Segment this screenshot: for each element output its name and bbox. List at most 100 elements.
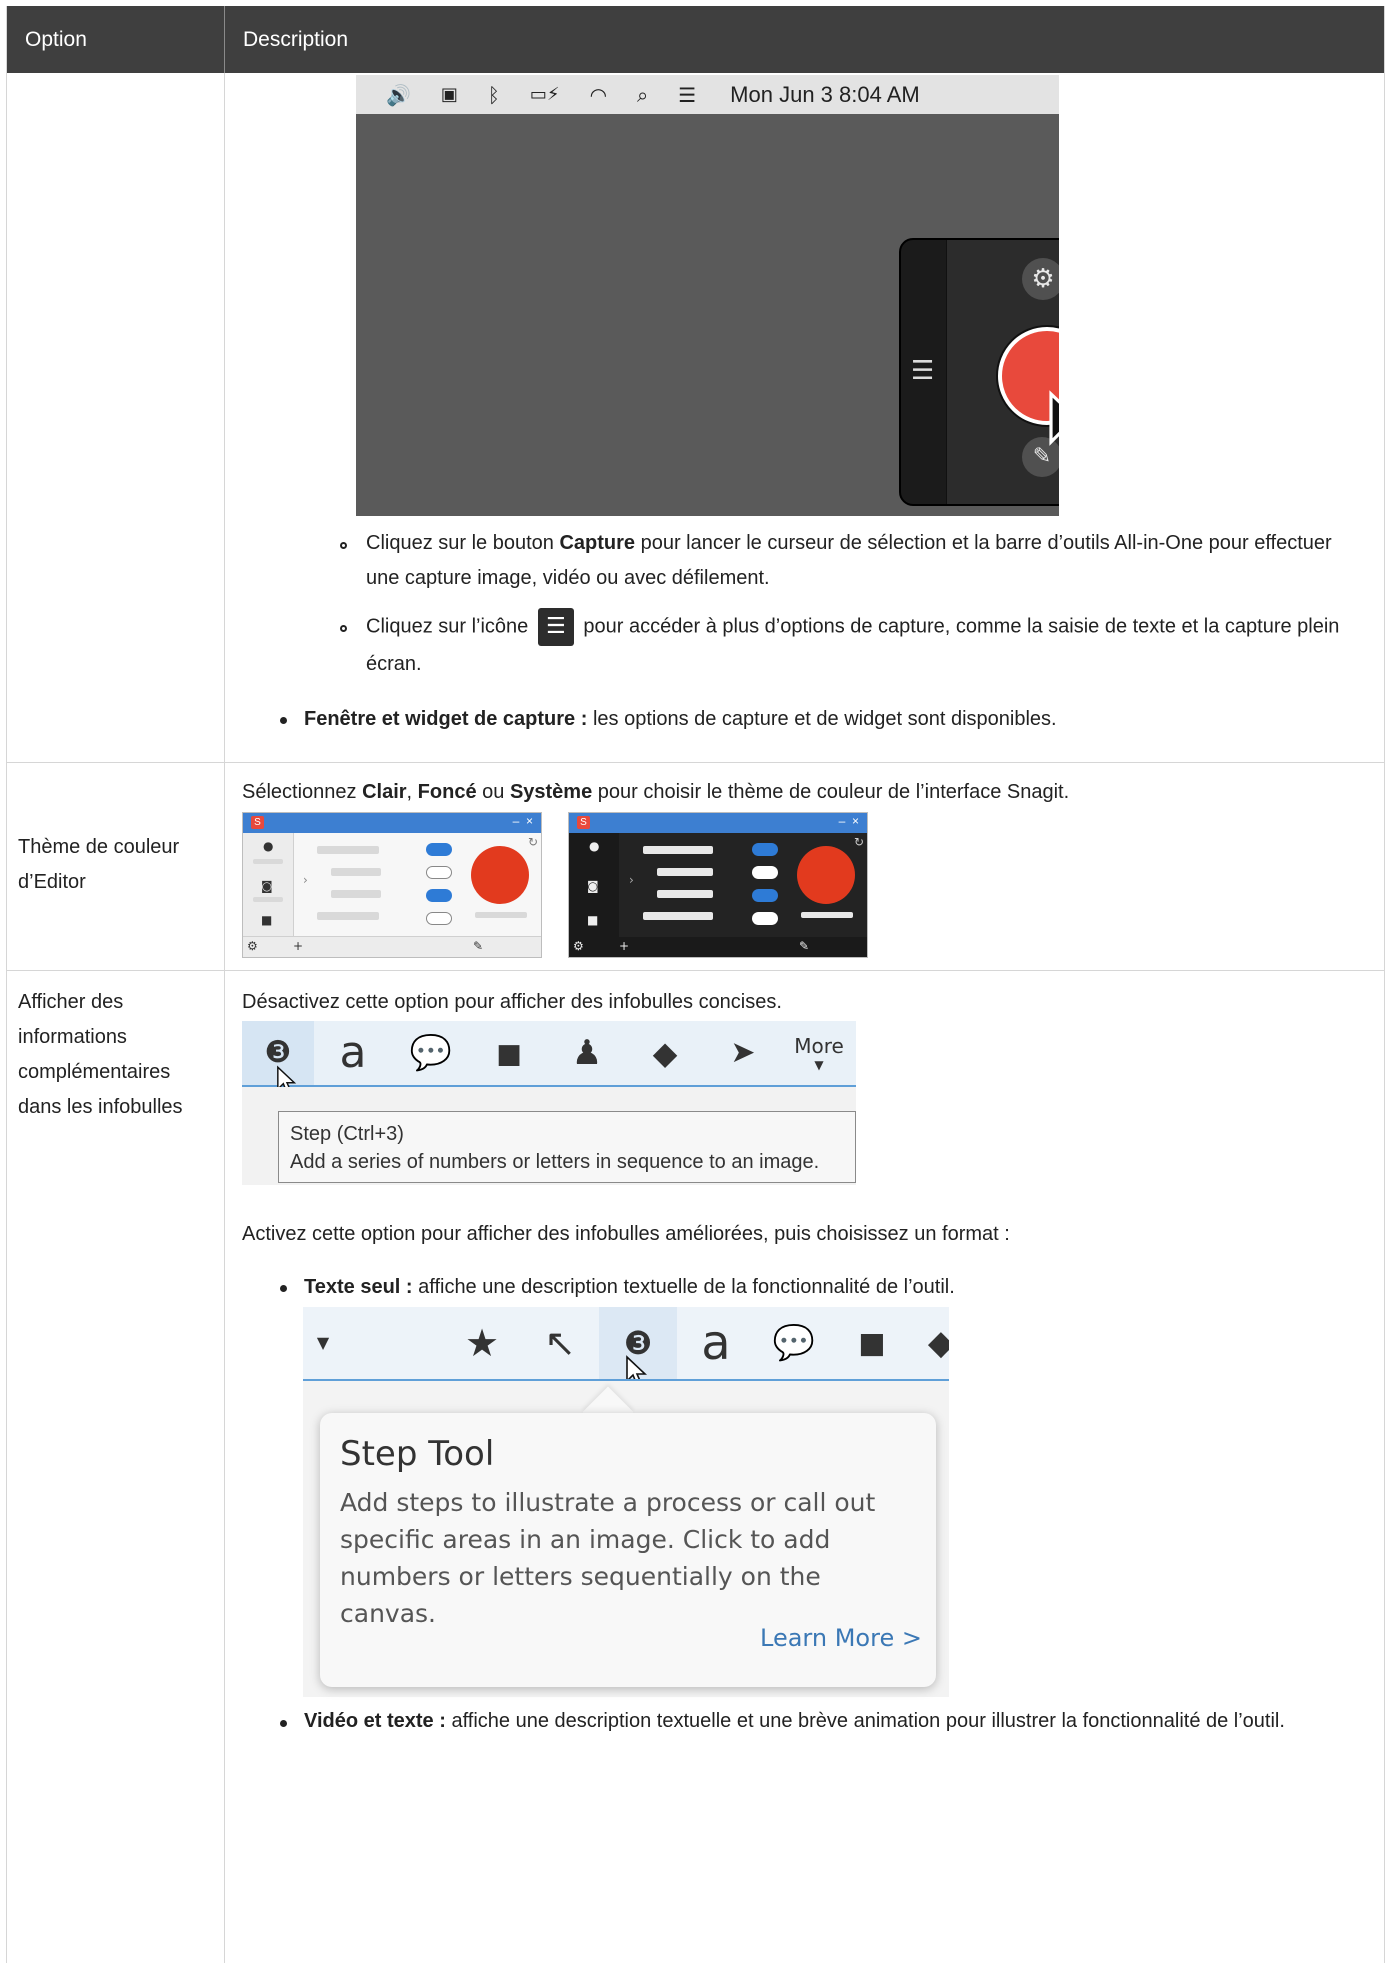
placeholder-bar [643, 846, 713, 854]
text: les options de capture et de widget sont… [587, 708, 1057, 730]
snagit-logo: S [577, 816, 590, 829]
window-controls: – × [838, 814, 859, 828]
text-icon[interactable]: a [314, 1021, 392, 1085]
placeholder-bar [317, 912, 379, 920]
tooltip-description: Add a series of numbers or letters in se… [290, 1151, 820, 1173]
text: ou [476, 781, 510, 803]
window-controls: – × [512, 814, 533, 828]
mac-menu-bar: 🔊 ▣ ᛒ ▭⚡ ◠ ⌕ ☰ Mon Jun 3 8:04 AM [356, 75, 1059, 114]
bullet [280, 1285, 287, 1292]
speaker-icon: 🔊 [386, 82, 411, 107]
video-icon: ■ [261, 913, 273, 927]
star-icon[interactable]: ★ [443, 1307, 521, 1379]
toolbar-enhanced: ▼ ★ ↖ ❸ a 💬 ◼ ◆ [303, 1307, 949, 1381]
camera-icon: ◙ [587, 879, 599, 893]
text: , [406, 781, 418, 803]
header-description: Description [243, 28, 349, 51]
callout-icon[interactable]: 💬 [392, 1021, 470, 1085]
caption-icon: ▣ [440, 84, 458, 105]
widget-panel: ⚙ ✎ [946, 240, 1059, 504]
toggle-on [752, 889, 778, 902]
light-theme-preview: S – × ● ◙ ■ › ↻ ⚙ + ✎ [242, 812, 542, 958]
bottom-bar: ⚙ + ✎ [569, 937, 867, 957]
theme-light-label: Clair [362, 781, 407, 803]
shape-icon[interactable]: ◼ [470, 1021, 548, 1085]
more-label: More [794, 1034, 844, 1058]
add-icon: + [293, 939, 304, 953]
gear-icon: ⚙ [247, 939, 258, 953]
dropdown-arrow-icon[interactable]: ▼ [303, 1307, 343, 1379]
toggle-off [426, 912, 452, 925]
placeholder-bar [643, 912, 713, 920]
camera-icon: ◙ [261, 879, 273, 893]
placeholder-bar [801, 912, 853, 918]
capture-button-preview [797, 846, 855, 904]
placeholder-bar [331, 868, 381, 876]
tooltip-title: Step Tool [340, 1434, 495, 1474]
option-enhanced-tooltips: Afficher des informations complémentaire… [18, 991, 183, 1118]
toggle-off [426, 866, 452, 879]
video-text-description: Vidéo et texte : affiche une description… [304, 1704, 1364, 1739]
dark-theme-preview: S – × ● ◙ ■ › ↻ ⚙ + ✎ [568, 812, 868, 958]
placeholder-bar [657, 890, 713, 898]
callout-icon[interactable]: 💬 [755, 1307, 833, 1379]
battery-icon: ▭⚡ [529, 84, 560, 105]
chevron-right-icon: › [629, 873, 634, 887]
toggle-on [426, 843, 452, 856]
search-icon: ⌕ [637, 82, 649, 107]
capture-button-preview [471, 846, 529, 904]
video-icon: ■ [587, 913, 599, 927]
fill-icon[interactable]: ◆ [626, 1021, 704, 1085]
stamp-icon[interactable]: ♟ [548, 1021, 626, 1085]
header-divider [224, 6, 225, 73]
snagit-logo: S [251, 816, 264, 829]
text: Sélectionnez [242, 781, 363, 803]
toggle-off [752, 866, 778, 879]
window-widget-keyword: Fenêtre et widget de capture : [304, 708, 588, 730]
text: Cliquez sur l’icône [366, 615, 529, 638]
move-icon[interactable]: ➤ [704, 1021, 782, 1085]
placeholder-bar [253, 859, 283, 864]
list-icon[interactable]: ☰ [911, 356, 934, 386]
capture-widget: ☰ ⚙ ✎ [899, 238, 1059, 506]
placeholder-bar [475, 912, 527, 918]
bullet [280, 1720, 287, 1727]
text: affiche une description textuelle de la … [412, 1276, 955, 1298]
window-widget-description: Fenêtre et widget de capture : les optio… [304, 702, 1354, 737]
sub-bullet [340, 542, 347, 549]
capture-button-description: Cliquez sur le bouton Capture pour lance… [366, 526, 1356, 596]
toolbar-compact: ❸ a 💬 ◼ ♟ ◆ ➤ More ▼ [242, 1021, 856, 1094]
text: affiche une description textuelle et une… [445, 1710, 1285, 1732]
placeholder-bar [331, 890, 381, 898]
text-icon[interactable]: a [677, 1307, 755, 1379]
bluetooth-icon: ᛒ [487, 82, 500, 107]
gear-icon[interactable]: ⚙ [1022, 258, 1059, 300]
tooltips-off-description: Désactivez cette option pour afficher de… [242, 991, 782, 1013]
tooltips-on-description: Activez cette option pour afficher des i… [242, 1223, 1010, 1245]
table-header: Option Description [7, 6, 1384, 73]
option-editor-theme: Thème de couleur d’Editor [18, 836, 180, 893]
toggle-off [752, 912, 778, 925]
bullet [280, 717, 287, 724]
more-button[interactable]: More ▼ [782, 1021, 856, 1085]
placeholder-bar [657, 868, 713, 876]
header-option: Option [25, 28, 87, 51]
chevron-down-icon: ▼ [814, 1058, 824, 1072]
title-bar: S – × [243, 813, 541, 833]
shape-icon[interactable]: ◼ [833, 1307, 911, 1379]
wifi-icon: ◠ [589, 82, 608, 107]
arrow-icon[interactable]: ↖ [521, 1307, 599, 1379]
theme-system-label: Système [509, 781, 593, 803]
learn-more-link[interactable]: Learn More > [760, 1624, 922, 1652]
list-icon: ☰ [537, 608, 574, 646]
placeholder-bar [253, 897, 283, 902]
capture-widget-screenshot: 🔊 ▣ ᛒ ▭⚡ ◠ ⌕ ☰ Mon Jun 3 8:04 AM ☰ ⚙ ✎ [356, 75, 1059, 516]
fill-icon[interactable]: ◆ [911, 1307, 949, 1379]
text-only-keyword: Texte seul : [304, 1276, 413, 1298]
text: pour choisir le thème de couleur de l’in… [592, 781, 1070, 803]
row-divider [7, 970, 1384, 971]
cursor-icon [1049, 390, 1059, 446]
text-only-description: Texte seul : affiche une description tex… [304, 1270, 1354, 1305]
tooltip-title: Step (Ctrl+3) [290, 1123, 404, 1145]
sidebar: ● ◙ ■ [243, 833, 294, 938]
